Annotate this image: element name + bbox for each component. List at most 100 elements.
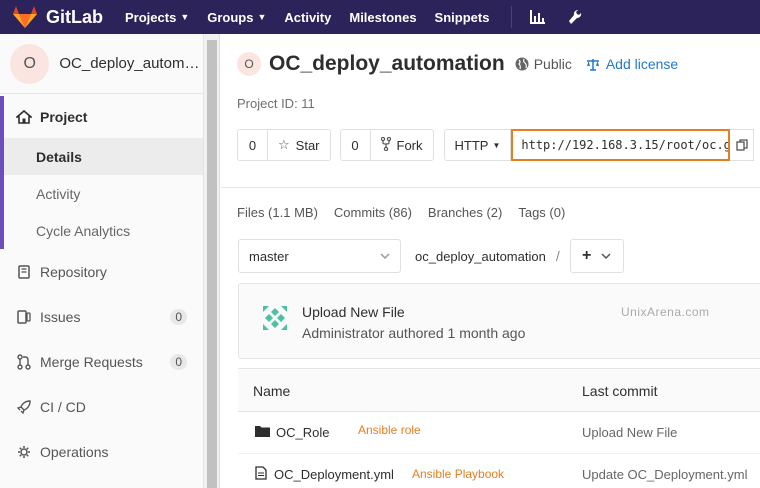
star-icon: ☆ xyxy=(278,137,290,152)
stat-branches[interactable]: Branches (2) xyxy=(428,205,502,220)
scrollbar-thumb[interactable] xyxy=(207,40,217,488)
project-avatar: O xyxy=(10,43,50,84)
commit-meta: Administrator authored 1 month ago xyxy=(302,325,526,341)
commit-title[interactable]: Upload New File xyxy=(302,304,405,320)
watermark-text: UnixArena.com xyxy=(621,305,710,319)
scale-icon xyxy=(586,58,599,71)
breadcrumb-repo[interactable]: oc_deploy_automation xyxy=(415,249,546,264)
add-license-link[interactable]: Add license xyxy=(586,56,678,72)
sidebar-project-name: OC_deploy_automation xyxy=(59,55,203,72)
folder-icon xyxy=(255,426,270,437)
sidebar-item-label: Issues xyxy=(40,308,81,325)
merge-request-icon xyxy=(16,353,32,370)
file-annotation: Ansible role xyxy=(358,423,421,437)
nav-milestones-label: Milestones xyxy=(349,9,417,25)
nav-projects[interactable]: Projects ▼ xyxy=(125,10,189,25)
stat-tags[interactable]: Tags (0) xyxy=(518,205,565,220)
main-content: O OC_deploy_automation Public Add licens… xyxy=(221,34,760,488)
table-row[interactable]: OC_Deployment.yml Ansible Playbook Updat… xyxy=(238,454,760,488)
nav-milestones[interactable]: Milestones xyxy=(349,10,416,25)
nav-snippets[interactable]: Snippets xyxy=(435,10,490,25)
nav-groups-label: Groups xyxy=(207,9,254,25)
issues-icon xyxy=(16,309,32,324)
chart-icon[interactable] xyxy=(530,10,546,24)
copy-url-button[interactable] xyxy=(730,129,755,161)
project-id: Project ID: 11 xyxy=(237,96,315,111)
sidebar-item-label: Operations xyxy=(40,443,109,460)
file-name[interactable]: OC_Role xyxy=(276,425,329,440)
file-table-header: Name Last commit xyxy=(238,368,760,412)
repository-icon xyxy=(16,264,32,279)
branch-select-value: master xyxy=(249,248,289,264)
operations-icon xyxy=(16,445,32,459)
add-license-label: Add license xyxy=(605,56,679,72)
fork-button[interactable]: Fork xyxy=(371,130,433,160)
sidebar-item-ci-cd[interactable]: CI / CD xyxy=(0,384,203,429)
file-icon xyxy=(255,466,267,480)
clone-url-input[interactable]: http://192.168.3.15/root/oc.git xyxy=(511,129,731,161)
sidebar-project-header[interactable]: O OC_deploy_automation xyxy=(0,34,203,94)
nav-divider xyxy=(511,6,513,28)
sidebar-item-operations[interactable]: Operations xyxy=(0,429,203,474)
last-commit-box: Upload New File Administrator authored 1… xyxy=(238,283,760,359)
sidebar-item-label: CI / CD xyxy=(40,398,86,415)
gitlab-fox-icon xyxy=(13,6,37,28)
nav-groups[interactable]: Groups ▼ xyxy=(207,10,266,25)
project-actions: 0 ☆ Star 0 Fork HTTP ▼ http://192.168.3.… xyxy=(237,129,755,161)
sidebar-scrollbar[interactable] xyxy=(204,34,220,488)
caret-down-icon: ▼ xyxy=(492,140,501,150)
breadcrumb-separator: / xyxy=(555,248,560,264)
column-header-last-commit: Last commit xyxy=(582,383,658,399)
project-title-row: O OC_deploy_automation Public Add licens… xyxy=(237,52,678,76)
chevron-down-icon xyxy=(380,253,390,259)
table-row[interactable]: OC_Role Ansible role Upload New File xyxy=(238,412,760,454)
clone-protocol-dropdown[interactable]: HTTP ▼ xyxy=(443,129,512,161)
nav-projects-label: Projects xyxy=(125,9,177,25)
sidebar-subitem-details[interactable]: Details xyxy=(4,138,203,175)
file-name[interactable]: OC_Deployment.yml xyxy=(274,467,394,482)
clone-protocol-label: HTTP xyxy=(454,137,489,153)
project-title-avatar: O xyxy=(237,52,261,76)
home-icon xyxy=(16,110,32,124)
chevron-down-icon: ▼ xyxy=(257,12,267,22)
star-button-group: 0 ☆ Star xyxy=(237,129,331,161)
stat-commits[interactable]: Commits (86) xyxy=(334,205,412,220)
globe-icon xyxy=(515,57,529,71)
star-count[interactable]: 0 xyxy=(238,130,268,160)
file-last-commit[interactable]: Upload New File xyxy=(582,425,677,440)
sidebar-subitem-cycle-analytics[interactable]: Cycle Analytics xyxy=(4,212,203,249)
sidebar-item-merge-requests[interactable]: Merge Requests 0 xyxy=(0,339,203,384)
sidebar-item-label: Merge Requests xyxy=(40,353,143,370)
sidebar-subitem-activity[interactable]: Activity xyxy=(4,175,203,212)
sidebar-item-project[interactable]: Project xyxy=(4,96,203,138)
merge-requests-count-badge: 0 xyxy=(170,353,187,370)
rocket-icon xyxy=(16,399,32,414)
project-stats: Files (1.1 MB) Commits (86) Branches (2)… xyxy=(237,205,581,220)
copy-icon xyxy=(736,139,748,151)
nav-activity-label: Activity xyxy=(284,9,332,25)
nav-snippets-label: Snippets xyxy=(434,9,490,25)
fork-count[interactable]: 0 xyxy=(341,130,371,160)
identicon-avatar xyxy=(259,302,291,334)
star-button[interactable]: ☆ Star xyxy=(268,130,330,160)
sidebar-item-repository[interactable]: Repository xyxy=(0,249,203,294)
sidebar-item-label: Project xyxy=(40,109,88,125)
file-annotation: Ansible Playbook xyxy=(412,467,505,481)
sidebar-item-issues[interactable]: Issues 0 xyxy=(0,294,203,339)
chevron-down-icon: ▼ xyxy=(180,12,190,22)
brand-name: GitLab xyxy=(46,6,103,27)
gitlab-logo[interactable]: GitLab xyxy=(12,5,103,29)
sidebar-subitem-label: Details xyxy=(36,148,82,165)
section-divider xyxy=(221,187,760,188)
chevron-down-icon xyxy=(601,253,611,259)
sidebar-project-section: Project Details Activity Cycle Analytics xyxy=(0,96,203,249)
nav-activity[interactable]: Activity xyxy=(284,10,331,25)
branch-select[interactable]: master xyxy=(238,239,401,273)
add-file-dropdown[interactable]: + xyxy=(569,239,624,273)
file-last-commit[interactable]: Update OC_Deployment.yml xyxy=(582,467,747,482)
sidebar-subitem-label: Activity xyxy=(36,185,81,202)
wrench-icon[interactable] xyxy=(568,9,582,25)
star-label: Star xyxy=(295,137,320,153)
plus-icon: + xyxy=(582,247,592,264)
stat-files[interactable]: Files (1.1 MB) xyxy=(237,205,318,220)
